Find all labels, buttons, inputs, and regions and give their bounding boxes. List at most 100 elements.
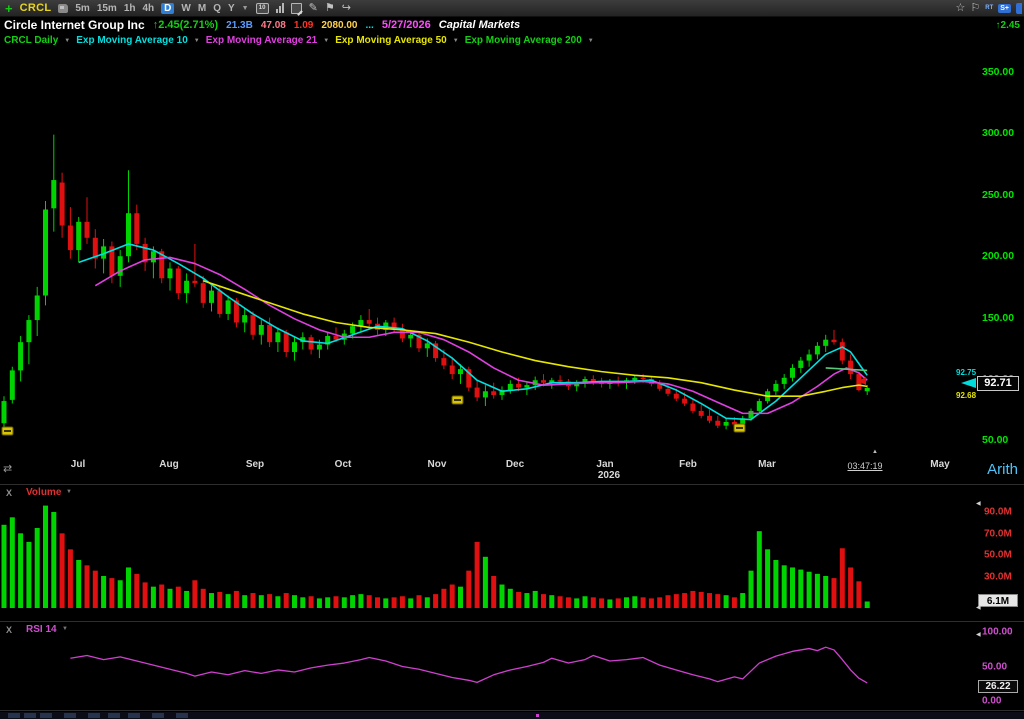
rsi-tick: 50.00 — [982, 661, 1007, 672]
volume-bar — [649, 598, 654, 608]
taskbar-icon[interactable] — [108, 713, 120, 718]
candle-body — [458, 369, 463, 374]
volume-bar — [325, 597, 330, 608]
axis-swap-icon[interactable]: ⇄ — [3, 462, 12, 475]
indicator-3-dropdown-icon[interactable]: ▼ — [588, 38, 594, 44]
notes-icon[interactable] — [291, 3, 302, 14]
price-tick: 350.00 — [982, 66, 1014, 78]
volume-bar — [85, 565, 90, 608]
timeframe-W[interactable]: W — [181, 3, 190, 14]
candle-body — [674, 394, 679, 399]
volume-bar — [417, 595, 422, 608]
volume-bar — [433, 594, 438, 608]
taskbar-icon[interactable] — [8, 713, 20, 718]
scale-mode-label[interactable]: Arith — [987, 461, 1018, 478]
rsi-label[interactable]: RSI 14 — [26, 624, 57, 635]
candle-body — [126, 213, 131, 256]
candle-body — [782, 378, 787, 384]
change-badge-right: ↑2.45 — [996, 20, 1020, 31]
star-icon[interactable]: ☆ — [955, 2, 965, 14]
quote-value-2: 1.09 — [294, 20, 313, 31]
chart-style-icon[interactable] — [276, 3, 284, 13]
candle-body — [2, 401, 7, 423]
timeframe-dropdown-icon[interactable]: ▼ — [242, 5, 249, 12]
timer-arrow-icon: ▲ — [872, 449, 878, 455]
add-symbol-icon[interactable]: + — [5, 2, 13, 15]
volume-bar — [483, 557, 488, 608]
share-icon[interactable]: ↪ — [342, 2, 351, 14]
flag-icon[interactable]: ⚑ — [325, 2, 335, 14]
pane-collapse-icon[interactable]: ◀ — [976, 631, 981, 638]
indicator-1[interactable]: Exp Moving Average 21 — [206, 35, 318, 46]
volume-tick: 50.0M — [984, 550, 1012, 561]
indicator-0-dropdown-icon[interactable]: ▼ — [194, 38, 200, 44]
timeframe-M[interactable]: M — [198, 3, 206, 14]
taskbar-icon[interactable] — [88, 713, 100, 718]
volume-bar — [76, 560, 81, 608]
volume-bar — [118, 580, 123, 608]
volume-bar — [790, 567, 795, 608]
candle-body — [134, 213, 139, 244]
symbol-label[interactable]: CRCL — [20, 2, 52, 14]
candle-body — [798, 361, 803, 368]
candle-body — [632, 378, 637, 380]
volume-tick: 90.0M — [984, 507, 1012, 518]
interval-icon[interactable]: 10 — [256, 3, 269, 14]
volume-bar — [549, 595, 554, 608]
taskbar-icon[interactable] — [24, 713, 36, 718]
pennant-icon[interactable]: ⚐ — [970, 2, 980, 14]
volume-close-button[interactable]: X — [6, 488, 12, 498]
taskbar-icon[interactable] — [176, 713, 188, 718]
pane-collapse-icon[interactable]: ◀ — [976, 604, 981, 611]
taskbar-icon[interactable] — [128, 713, 140, 718]
pointer-icon[interactable] — [58, 4, 68, 13]
candle-body — [807, 354, 812, 360]
volume-label[interactable]: Volume — [26, 487, 61, 498]
volume-bar — [226, 594, 231, 608]
taskbar-icon[interactable] — [64, 713, 76, 718]
volume-bar — [475, 542, 480, 608]
rsi-value-box: 26.22 — [978, 680, 1018, 693]
volume-bar — [192, 580, 197, 608]
indicator-1-dropdown-icon[interactable]: ▼ — [323, 38, 329, 44]
indicator-2-dropdown-icon[interactable]: ▼ — [453, 38, 459, 44]
candle-body — [43, 210, 48, 296]
indicator-3[interactable]: Exp Moving Average 200 — [465, 35, 582, 46]
rsi-close-button[interactable]: X — [6, 625, 12, 635]
volume-bar — [607, 599, 612, 608]
volume-bar — [251, 593, 256, 608]
timeframe-5m[interactable]: 5m — [75, 3, 89, 14]
volume-dropdown-icon[interactable]: ▼ — [66, 489, 72, 495]
splus-badge-icon[interactable]: S+ — [998, 4, 1011, 13]
volume-bar — [201, 589, 206, 608]
pane-collapse-icon[interactable]: ◀ — [976, 500, 981, 507]
candle-body — [284, 332, 289, 352]
timeframe-4h[interactable]: 4h — [143, 3, 155, 14]
volume-bar — [740, 593, 745, 608]
volume-bar — [342, 597, 347, 608]
rsi-dropdown-icon[interactable]: ▼ — [62, 626, 68, 632]
timeframe-1h[interactable]: 1h — [124, 3, 136, 14]
timeframe-D[interactable]: D — [161, 3, 174, 14]
volume-bar — [126, 567, 131, 608]
volume-bar — [358, 594, 363, 608]
candle-body — [10, 370, 15, 399]
indicator-0[interactable]: Exp Moving Average 10 — [76, 35, 188, 46]
timeframe-Q[interactable]: Q — [213, 3, 221, 14]
edge-icon[interactable] — [1016, 3, 1022, 14]
rsi-tick: 0.00 — [982, 696, 1001, 707]
draw-icon[interactable]: ✎ — [309, 2, 318, 14]
taskbar-icon[interactable] — [40, 713, 52, 718]
candle-body — [682, 399, 687, 404]
candle-body — [475, 388, 480, 398]
candle-body — [350, 326, 355, 333]
series-selector-dropdown-icon[interactable]: ▼ — [64, 38, 70, 44]
indicator-2[interactable]: Exp Moving Average 50 — [335, 35, 447, 46]
series-selector[interactable]: CRCL Daily — [4, 35, 58, 46]
volume-bar — [10, 517, 15, 608]
month-label-Dec: Dec — [506, 459, 524, 470]
pane-separator — [0, 710, 1024, 711]
timeframe-15m[interactable]: 15m — [97, 3, 117, 14]
timeframe-Y[interactable]: Y — [228, 3, 235, 14]
taskbar-icon[interactable] — [152, 713, 164, 718]
